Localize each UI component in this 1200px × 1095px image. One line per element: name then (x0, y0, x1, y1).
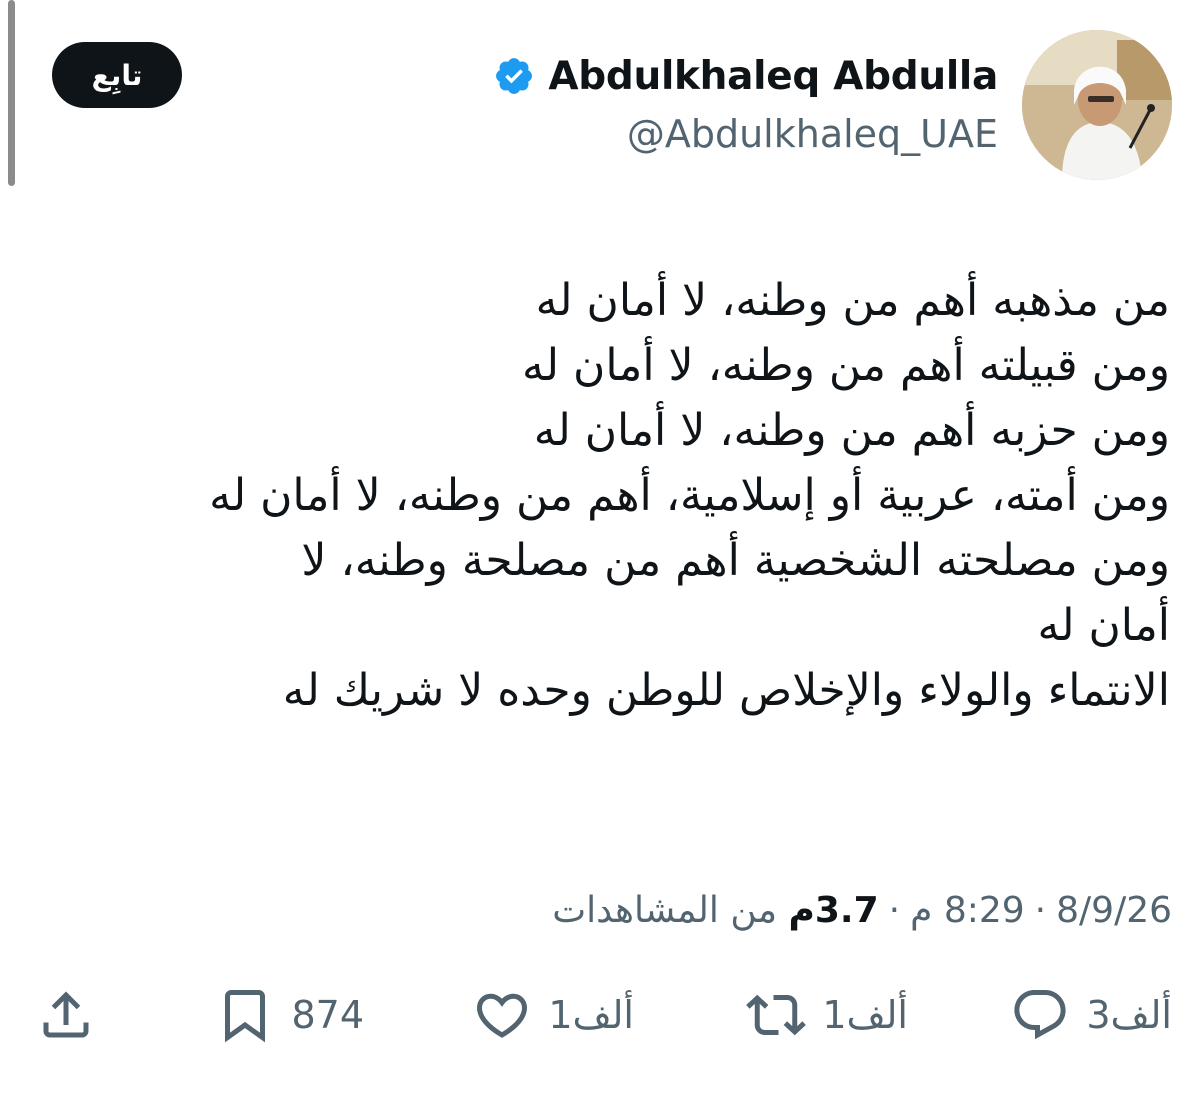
meta-separator: · (888, 889, 901, 931)
share-icon (34, 983, 98, 1047)
tweet-time[interactable]: 8:29 م (910, 890, 1025, 931)
views-label: من المشاهدات (552, 889, 778, 931)
tweet-date[interactable]: 8/9/26 (1056, 890, 1172, 931)
author-display-name[interactable]: Abdulkhaleq Abdulla (548, 54, 998, 99)
repost-icon (744, 983, 808, 1047)
tweet-text: من مذهبه أهم من وطنه، لا أمان له ومن قبي… (209, 275, 1170, 716)
avatar[interactable] (1022, 30, 1172, 180)
reply-icon (1008, 983, 1072, 1047)
reply-count: 3ألف (1086, 993, 1172, 1037)
meta-separator: · (1034, 889, 1047, 931)
reply-button[interactable]: 3ألف (1008, 980, 1172, 1050)
repost-button[interactable]: 1ألف (744, 980, 908, 1050)
verified-badge-icon (492, 54, 536, 98)
tweet-meta: 8/9/26 · 8:29 م · 3.7م من المشاهدات (552, 880, 1172, 940)
action-bar: 3ألف 1ألف 1ألف 874 (0, 980, 1200, 1050)
bookmark-button[interactable]: 874 (213, 980, 364, 1050)
author-handle[interactable]: @Abdulkhaleq_UAE (627, 112, 998, 156)
share-button[interactable] (34, 980, 98, 1050)
heart-icon (470, 983, 534, 1047)
bookmark-icon (213, 983, 277, 1047)
views-count: 3.7م (788, 889, 879, 931)
bookmark-count: 874 (291, 993, 364, 1037)
like-button[interactable]: 1ألف (470, 980, 634, 1050)
author-name-row: Abdulkhaleq Abdulla (492, 48, 998, 104)
scroll-indicator[interactable] (8, 0, 15, 186)
follow-button[interactable]: تابِع (52, 42, 182, 108)
like-count: 1ألف (548, 993, 634, 1037)
views[interactable]: 3.7م من المشاهدات (552, 890, 878, 931)
repost-count: 1ألف (822, 993, 908, 1037)
